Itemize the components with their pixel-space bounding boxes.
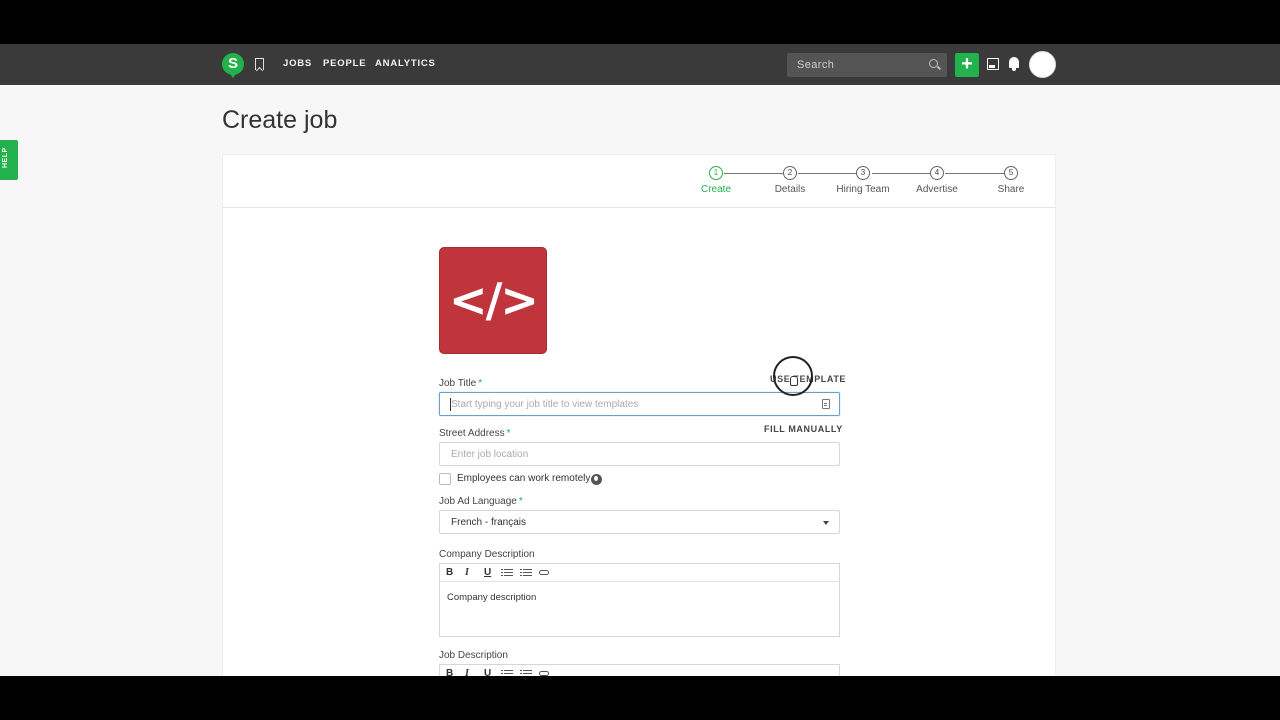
create-job-card: 1 Create 2 Details 3 Hiring Team 4 Adver… [222,154,1056,676]
step-create[interactable]: 1 Create [676,166,756,195]
app-logo[interactable]: S [222,53,244,75]
numbered-list-icon[interactable] [501,569,513,576]
job-description-label: Job Description [439,650,508,661]
page-title: Create job [222,106,338,134]
numbered-list-icon[interactable] [501,670,513,676]
company-description-editor: B I U Company description [439,563,840,637]
step-number: 4 [930,166,944,180]
inbox-icon[interactable] [987,58,999,70]
step-label: Advertise [916,184,958,195]
remote-checkbox-label: Employees can work remotely [457,473,591,484]
link-icon[interactable] [539,671,549,676]
language-selected-value: French - français [451,517,527,528]
user-avatar[interactable] [1029,51,1056,78]
step-label: Hiring Team [836,184,890,195]
bullet-list-icon[interactable] [520,569,532,576]
italic-button[interactable]: I [465,567,469,578]
step-hiring-team[interactable]: 3 Hiring Team [823,166,903,195]
street-address-input[interactable]: Enter job location [439,442,840,466]
hand-cursor-icon [790,376,798,386]
app-logo-tail [229,72,237,78]
company-description-textarea[interactable]: Company description [440,582,839,636]
search-icon[interactable] [929,59,938,68]
job-description-editor: B I U [439,664,840,676]
step-number: 1 [709,166,723,180]
step-number: 3 [856,166,870,180]
app-window: S JOBS PEOPLE ANALYTICS Search + HELP Cr… [0,44,1280,676]
top-navigation-bar: S JOBS PEOPLE ANALYTICS Search + [0,44,1280,85]
underline-button[interactable]: U [484,567,491,578]
help-tab[interactable]: HELP [0,140,18,180]
step-label: Details [774,184,806,195]
add-new-button[interactable]: + [955,53,979,77]
language-label: Job Ad Language * [439,496,523,507]
step-share[interactable]: 5 Share [971,166,1051,195]
nav-link-people[interactable]: PEOPLE [323,58,366,69]
job-title-input[interactable]: Start typing your job title to view temp… [439,392,840,416]
nav-link-jobs[interactable]: JOBS [283,58,312,69]
required-mark: * [518,496,523,507]
underline-button[interactable]: U [484,668,491,676]
bold-button[interactable]: B [446,567,453,578]
street-address-label-text: Street Address [439,428,505,439]
chevron-down-icon [823,521,829,525]
bookmark-icon[interactable] [255,58,264,70]
search-input[interactable]: Search [787,53,947,77]
job-logo-image[interactable]: </> [439,247,547,354]
job-title-placeholder: Start typing your job title to view temp… [451,399,639,410]
bold-button[interactable]: B [446,668,453,676]
language-select[interactable]: French - français [439,510,840,534]
help-tab-label: HELP [2,147,9,168]
fill-manually-button[interactable]: FILL MANUALLY [764,424,843,434]
required-mark: * [506,428,511,439]
search-placeholder: Search [797,59,835,71]
step-details[interactable]: 2 Details [750,166,830,195]
notifications-bell-icon[interactable] [1009,57,1019,71]
clipboard-icon[interactable] [822,399,830,409]
street-address-label: Street Address * [439,428,511,439]
step-label: Share [997,184,1025,195]
link-icon[interactable] [539,570,549,575]
job-title-label: Job Title * [439,378,482,389]
wizard-steps: 1 Create 2 Details 3 Hiring Team 4 Adver… [223,155,1055,208]
editor-toolbar: B I U [440,665,839,676]
italic-button[interactable]: I [465,668,469,676]
nav-link-analytics[interactable]: ANALYTICS [375,58,436,69]
language-label-text: Job Ad Language [439,496,517,507]
job-title-label-text: Job Title [439,378,477,389]
step-advertise[interactable]: 4 Advertise [897,166,977,195]
editor-toolbar: B I U [440,564,839,582]
required-mark: * [478,378,483,389]
step-number: 2 [783,166,797,180]
step-label: Create [700,184,731,195]
remote-checkbox[interactable] [439,473,451,485]
street-address-placeholder: Enter job location [451,449,529,460]
company-description-label: Company Description [439,549,535,560]
step-number: 5 [1004,166,1018,180]
bullet-list-icon[interactable] [520,670,532,676]
globe-icon [591,474,602,485]
